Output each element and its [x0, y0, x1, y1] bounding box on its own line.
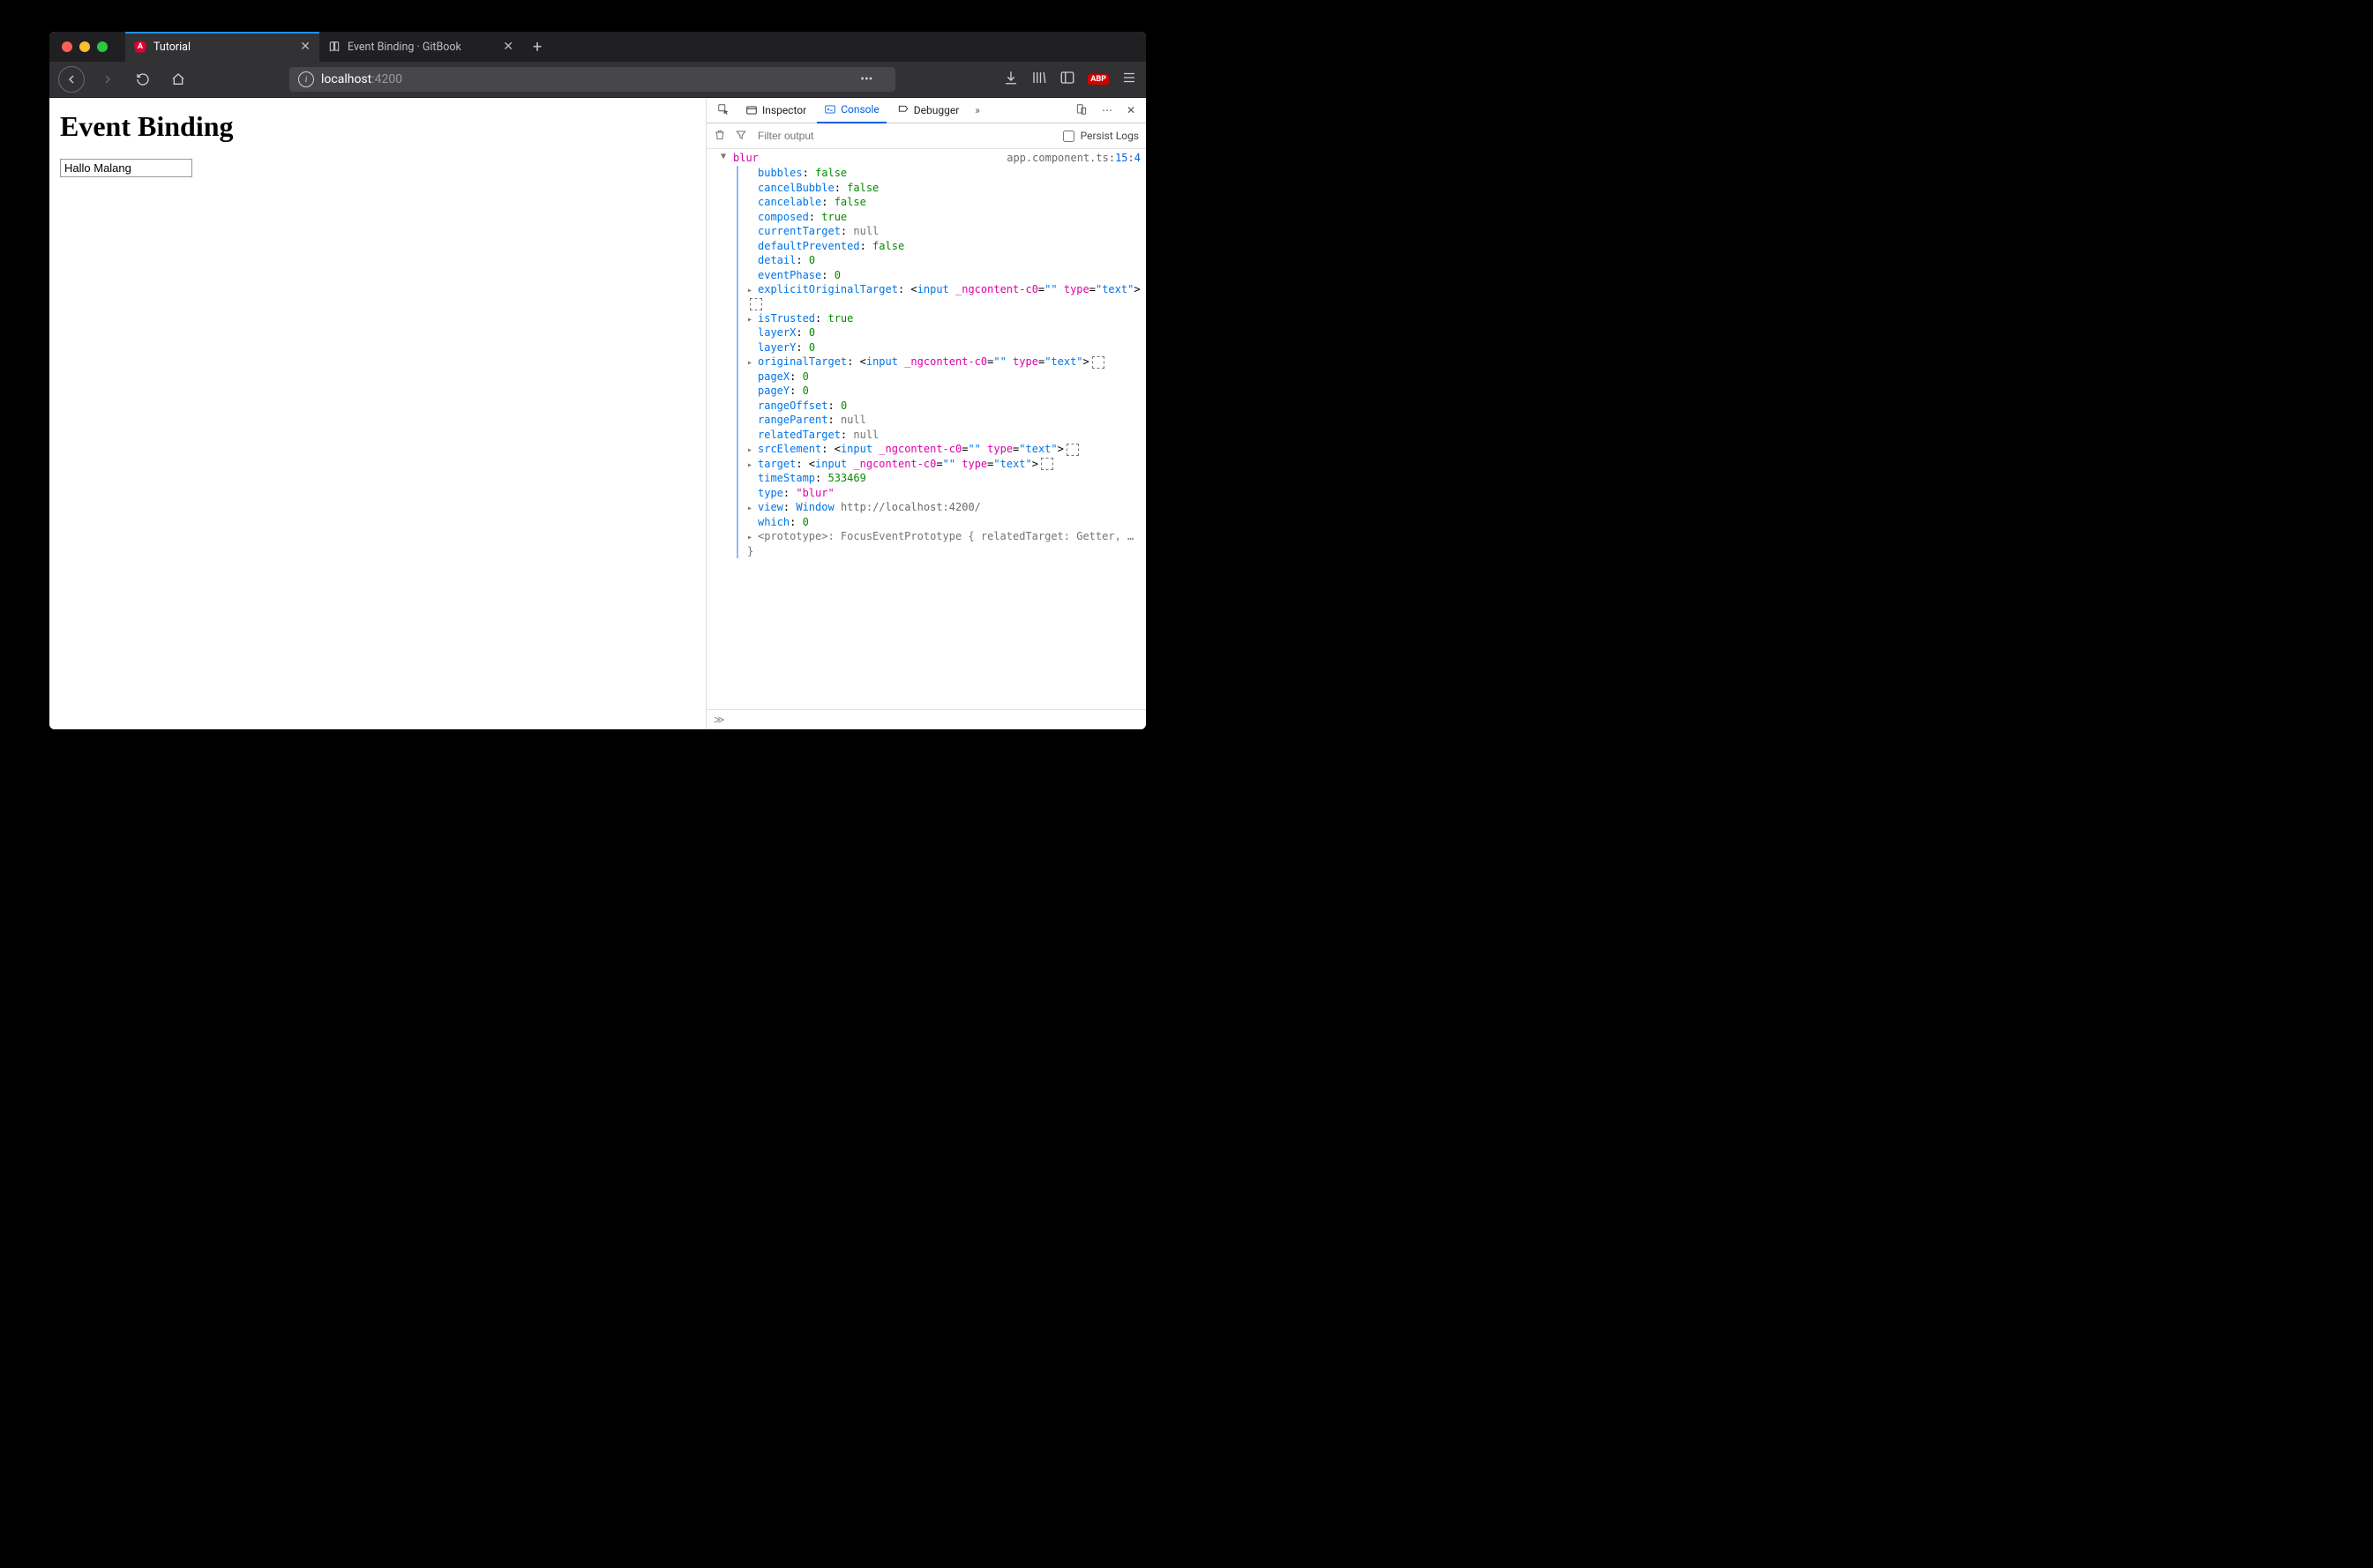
devtools-options-dots[interactable]: ⋯: [1097, 104, 1118, 116]
close-tab-button[interactable]: ✕: [300, 41, 311, 53]
source-line: 15: [1115, 152, 1127, 164]
prop-row[interactable]: cancelBubble: false: [747, 181, 1141, 196]
prop-row[interactable]: ▸view: Window http://localhost:4200/: [747, 500, 1141, 515]
prop-row[interactable]: ▸isTrusted: true: [747, 311, 1141, 326]
page-heading: Event Binding: [60, 110, 695, 143]
browser-window: A Tutorial ✕ Event Binding · GitBook ✕ +: [49, 32, 1146, 729]
page-content: Event Binding: [49, 98, 706, 729]
prop-row[interactable]: ▸target: <input _ngcontent-c0="" type="t…: [747, 457, 1141, 472]
devtools-more-tabs[interactable]: »: [969, 104, 985, 116]
prop-row[interactable]: which: 0: [747, 515, 1141, 530]
downloads-icon[interactable]: [1003, 70, 1019, 89]
prop-row[interactable]: pageY: 0: [747, 384, 1141, 399]
zoom-window-button[interactable]: [97, 41, 108, 52]
browser-tab-active[interactable]: A Tutorial ✕: [125, 32, 319, 62]
devtools-panel: Inspector Console Debugger » ⋯ ✕: [706, 98, 1146, 729]
content-area: Event Binding Inspector Console: [49, 98, 1146, 729]
prop-row[interactable]: bubbles: false: [747, 166, 1141, 181]
prop-row[interactable]: relatedTarget: null: [747, 428, 1141, 443]
message-source[interactable]: app.component.ts:15:4: [1007, 151, 1141, 165]
clear-console-button[interactable]: [714, 129, 726, 144]
prop-row[interactable]: ▸originalTarget: <input _ngcontent-c0=""…: [747, 355, 1141, 370]
text-input[interactable]: [60, 159, 192, 177]
url-port: :4200: [371, 72, 402, 86]
tab-title: Tutorial: [153, 41, 191, 54]
prop-row[interactable]: ▸explicitOriginalTarget: <input _ngconte…: [747, 282, 1141, 311]
prop-row[interactable]: pageX: 0: [747, 370, 1141, 385]
close-window-button[interactable]: [62, 41, 72, 52]
prop-row[interactable]: rangeOffset: 0: [747, 399, 1141, 414]
prop-row[interactable]: timeStamp: 533469: [747, 471, 1141, 486]
source-col: 4: [1134, 152, 1141, 164]
prop-row[interactable]: layerX: 0: [747, 325, 1141, 340]
book-icon: [328, 41, 341, 53]
minimize-window-button[interactable]: [79, 41, 90, 52]
tab-console[interactable]: Console: [817, 97, 887, 123]
tab-debugger[interactable]: Debugger: [890, 98, 967, 123]
tab-label: Debugger: [914, 104, 960, 116]
prop-row[interactable]: layerY: 0: [747, 340, 1141, 355]
angular-icon: A: [134, 41, 146, 53]
window-controls: [49, 41, 125, 52]
node-picker-icon[interactable]: [1041, 458, 1053, 470]
persist-logs-label: Persist Logs: [1081, 130, 1139, 142]
devtools-close-button[interactable]: ✕: [1121, 104, 1141, 116]
console-filter-input[interactable]: [756, 129, 1051, 143]
node-picker-icon[interactable]: [750, 298, 762, 310]
console-output[interactable]: blur app.component.ts:15:4 bubbles: fals…: [707, 149, 1146, 709]
new-tab-button[interactable]: +: [522, 38, 552, 56]
prop-row[interactable]: ▸<prototype>: FocusEventPrototype { rela…: [747, 529, 1141, 558]
page-actions-dots[interactable]: •••: [860, 72, 872, 86]
sidebar-icon[interactable]: [1059, 70, 1075, 89]
filter-funnel-icon[interactable]: [735, 129, 747, 144]
adblock-icon[interactable]: ABP: [1088, 74, 1109, 85]
prop-row[interactable]: ▸srcElement: <input _ngcontent-c0="" typ…: [747, 442, 1141, 457]
library-icon[interactable]: [1031, 70, 1047, 89]
close-tab-button[interactable]: ✕: [503, 41, 513, 53]
persist-logs-toggle[interactable]: Persist Logs: [1059, 128, 1139, 145]
console-prompt[interactable]: ≫: [707, 709, 1146, 729]
menu-button[interactable]: [1121, 70, 1137, 89]
tab-label: Console: [841, 103, 880, 116]
event-type: blur: [733, 152, 759, 164]
persist-logs-checkbox[interactable]: [1063, 131, 1074, 142]
prop-row[interactable]: detail: 0: [747, 253, 1141, 268]
console-message[interactable]: blur app.component.ts:15:4 bubbles: fals…: [712, 151, 1141, 558]
inspect-element-button[interactable]: [712, 103, 735, 118]
prop-row[interactable]: currentTarget: null: [747, 224, 1141, 239]
home-button[interactable]: [166, 67, 191, 92]
console-filterbar: Persist Logs: [707, 123, 1146, 149]
back-button[interactable]: [58, 66, 85, 93]
prop-row[interactable]: eventPhase: 0: [747, 268, 1141, 283]
prop-row[interactable]: defaultPrevented: false: [747, 239, 1141, 254]
responsive-mode-button[interactable]: [1070, 103, 1093, 118]
forward-button[interactable]: [95, 67, 120, 92]
node-picker-icon[interactable]: [1067, 444, 1079, 456]
prop-row[interactable]: type: "blur": [747, 486, 1141, 501]
prop-row[interactable]: rangeParent: null: [747, 413, 1141, 428]
event-properties: bubbles: false cancelBubble: false cance…: [737, 166, 1141, 558]
navigation-toolbar: i localhost:4200 ••• ABP: [49, 62, 1146, 98]
prop-row[interactable]: cancelable: false: [747, 195, 1141, 210]
prop-row[interactable]: composed: true: [747, 210, 1141, 225]
node-picker-icon[interactable]: [1092, 356, 1104, 369]
devtools-tabbar: Inspector Console Debugger » ⋯ ✕: [707, 98, 1146, 123]
tab-title: Event Binding · GitBook: [348, 41, 461, 54]
browser-tab[interactable]: Event Binding · GitBook ✕: [319, 32, 522, 62]
address-bar[interactable]: i localhost:4200 •••: [289, 67, 895, 92]
toolbar-right: ABP: [1003, 70, 1137, 89]
tab-label: Inspector: [762, 104, 806, 116]
tab-strip: A Tutorial ✕ Event Binding · GitBook ✕ +: [49, 32, 1146, 62]
site-info-icon[interactable]: i: [298, 71, 314, 87]
prompt-chevrons-icon: ≫: [714, 713, 725, 726]
reload-button[interactable]: [131, 67, 155, 92]
tab-inspector[interactable]: Inspector: [738, 98, 813, 123]
url-host: localhost: [321, 72, 371, 86]
source-file: app.component.ts: [1007, 152, 1109, 164]
